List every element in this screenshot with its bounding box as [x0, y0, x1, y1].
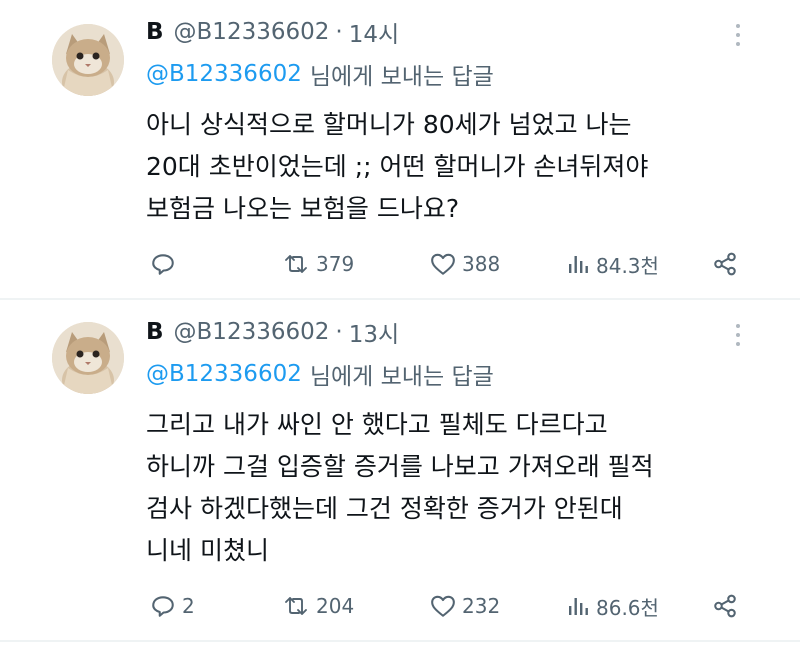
cat-avatar-image [52, 24, 124, 96]
reply-mention-link[interactable]: @B12336602 [146, 361, 302, 387]
timestamp[interactable]: 14시 [349, 15, 399, 49]
tweet[interactable]: B @B12336602 · 14시 @B12336602 님에게 보내는 답글… [0, 0, 800, 298]
share-button[interactable] [712, 588, 738, 624]
reply-context-label: 님에게 보내는 답글 [309, 64, 494, 90]
timestamp[interactable]: 13시 [349, 315, 399, 349]
bar-chart-icon [569, 256, 588, 273]
cat-avatar-image [52, 322, 124, 394]
retweet-icon [285, 597, 307, 615]
tweet-text: 아니 상식적으로 할머니가 80세가 넘었고 나는 20대 초반이었는데 ;; … [146, 104, 746, 230]
reply-mention-link[interactable]: @B12336602 [146, 61, 302, 87]
views-count: 86.6천 [596, 595, 659, 620]
tweet-header: B @B12336602 · 13시 [146, 314, 399, 350]
user-handle[interactable]: @B12336602 [174, 19, 330, 45]
retweet-count: 204 [316, 594, 355, 618]
views-count: 84.3천 [596, 253, 659, 278]
reply-count: 2 [182, 594, 195, 618]
like-count: 388 [462, 252, 501, 276]
share-button[interactable] [712, 246, 738, 282]
retweet-button[interactable]: 204 [282, 588, 354, 624]
like-button[interactable]: 388 [430, 246, 500, 282]
like-count: 232 [462, 594, 501, 618]
share-icon [714, 252, 736, 276]
retweet-button[interactable]: 379 [282, 246, 354, 282]
tweet-header: B @B12336602 · 14시 [146, 14, 399, 50]
avatar[interactable] [52, 322, 124, 394]
separator-dot: · [335, 319, 343, 345]
avatar[interactable] [52, 24, 124, 96]
reply-context: @B12336602 님에게 보내는 답글 [146, 56, 494, 92]
more-options-icon[interactable] [726, 18, 750, 52]
views-button[interactable]: 84.3천 [566, 246, 659, 282]
bar-chart-icon [569, 598, 588, 615]
user-handle[interactable]: @B12336602 [174, 319, 330, 345]
action-bar: 2 204 232 86.6천 [146, 588, 746, 624]
heart-icon [431, 253, 455, 275]
reply-icon [152, 596, 174, 617]
tweet-text-line: 아니 상식적으로 할머니가 80세가 넘었고 나는 [146, 110, 632, 139]
tweet-text-line: 20대 초반이었는데 ;; 어떤 할머니가 손녀뒤져야 [146, 152, 649, 181]
more-options-icon[interactable] [726, 318, 750, 352]
heart-icon [431, 595, 455, 617]
display-name[interactable]: B [146, 319, 164, 345]
tweet-divider [0, 640, 800, 642]
display-name[interactable]: B [146, 19, 164, 45]
reply-icon [152, 254, 174, 275]
retweet-count: 379 [316, 252, 355, 276]
action-bar: 379 388 84.3천 [146, 246, 746, 282]
separator-dot: · [335, 19, 343, 45]
retweet-icon [285, 255, 307, 273]
share-icon [714, 594, 736, 618]
views-button[interactable]: 86.6천 [566, 588, 659, 624]
reply-button[interactable] [150, 246, 182, 282]
reply-button[interactable]: 2 [150, 588, 195, 624]
like-button[interactable]: 232 [430, 588, 500, 624]
tweet-text-line: 보험금 나오는 보험을 드나요? [146, 194, 460, 223]
